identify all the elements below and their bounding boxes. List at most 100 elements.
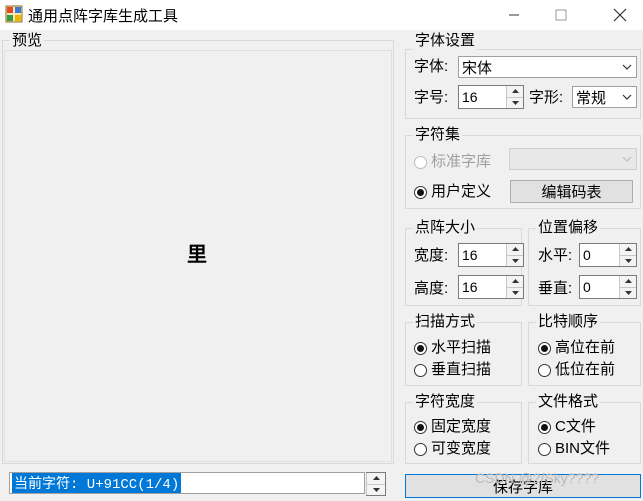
minimize-button[interactable] <box>494 0 534 30</box>
vertical-offset-value[interactable]: 0 <box>580 276 619 298</box>
char-prev-button[interactable] <box>367 473 385 485</box>
arrow-up-icon <box>511 89 519 94</box>
horizontal-offset-label: 水平: <box>538 247 573 264</box>
horizontal-scan-label: 水平扫描 <box>431 339 492 356</box>
title-bar: 通用点阵字库生成工具 <box>0 0 643 30</box>
arrow-up-icon <box>511 247 519 252</box>
size-down-button[interactable] <box>507 97 523 108</box>
custom-charset-label: 用户定义 <box>431 183 492 200</box>
radio-selected-icon <box>538 341 551 355</box>
radio-selected-icon <box>414 341 427 355</box>
vertical-offset-up-button[interactable] <box>620 276 636 288</box>
lsb-first-radio[interactable]: 低位在前 <box>538 361 615 379</box>
font-value: 宋体 <box>462 59 493 77</box>
size-up-button[interactable] <box>507 86 523 98</box>
height-up-button[interactable] <box>507 276 523 288</box>
style-value: 常规 <box>576 89 607 107</box>
edit-codetable-button[interactable]: 编辑码表 <box>510 180 633 203</box>
size-stepper[interactable]: 16 <box>458 85 524 109</box>
size-label: 字号: <box>414 89 449 106</box>
c-file-radio[interactable]: C文件 <box>538 418 596 436</box>
font-select[interactable]: 宋体 <box>458 56 637 78</box>
arrow-up-icon <box>511 279 519 284</box>
char-index-stepper[interactable] <box>366 472 386 496</box>
charset-legend: 字符集 <box>413 126 463 144</box>
lsb-first-label: 低位在前 <box>555 361 616 378</box>
char-width-legend: 字符宽度 <box>413 393 478 411</box>
arrow-up-icon <box>372 476 380 481</box>
bin-file-radio[interactable]: BIN文件 <box>538 440 610 458</box>
vertical-offset-down-button[interactable] <box>620 287 636 298</box>
arrow-down-icon <box>372 487 380 492</box>
radio-icon <box>414 363 427 377</box>
current-char-text: 当前字符: U+91CC(1/4) <box>12 473 182 493</box>
arrow-down-icon <box>511 290 519 295</box>
fixed-width-radio[interactable]: 固定宽度 <box>414 418 491 436</box>
variable-width-label: 可变宽度 <box>431 440 492 457</box>
height-stepper[interactable]: 16 <box>458 275 524 299</box>
radio-selected-icon <box>538 420 551 434</box>
close-button[interactable] <box>600 0 640 30</box>
height-label: 高度: <box>414 280 449 297</box>
maximize-icon <box>555 9 567 21</box>
matrix-size-legend: 点阵大小 <box>413 219 478 237</box>
preview-legend: 预览 <box>10 32 45 50</box>
msb-first-radio[interactable]: 高位在前 <box>538 339 615 357</box>
minimize-icon <box>509 14 519 16</box>
radio-selected-icon <box>414 420 427 434</box>
c-file-label: C文件 <box>555 418 596 435</box>
file-format-legend: 文件格式 <box>536 393 601 411</box>
height-down-button[interactable] <box>507 287 523 298</box>
arrow-down-icon <box>624 258 632 263</box>
bin-file-label: BIN文件 <box>555 440 611 457</box>
horizontal-scan-radio[interactable]: 水平扫描 <box>414 339 491 357</box>
arrow-up-icon <box>624 279 632 284</box>
size-value[interactable]: 16 <box>459 86 506 108</box>
font-settings-legend: 字体设置 <box>413 32 478 50</box>
font-label: 字体: <box>414 58 449 75</box>
width-down-button[interactable] <box>507 255 523 266</box>
chevron-down-icon <box>622 156 632 162</box>
style-select[interactable]: 常规 <box>572 86 637 108</box>
close-icon <box>613 8 627 22</box>
fixed-width-label: 固定宽度 <box>431 418 492 435</box>
app-icon <box>5 5 23 23</box>
width-label: 宽度: <box>414 247 449 264</box>
width-up-button[interactable] <box>507 244 523 256</box>
bit-order-legend: 比特顺序 <box>536 313 601 331</box>
current-char-field[interactable]: 当前字符: U+91CC(1/4) <box>9 472 365 494</box>
vertical-offset-label: 垂直: <box>538 280 573 297</box>
width-value[interactable]: 16 <box>459 244 506 266</box>
width-stepper[interactable]: 16 <box>458 243 524 267</box>
watermark-text: CSDN @2/Sky???? <box>475 470 599 486</box>
variable-width-radio[interactable]: 可变宽度 <box>414 440 491 458</box>
arrow-down-icon <box>511 100 519 105</box>
vertical-scan-radio[interactable]: 垂直扫描 <box>414 361 491 379</box>
horizontal-offset-up-button[interactable] <box>620 244 636 256</box>
char-next-button[interactable] <box>367 484 385 495</box>
style-label: 字形: <box>529 89 564 106</box>
standard-charset-select[interactable] <box>509 148 637 170</box>
arrow-down-icon <box>624 290 632 295</box>
radio-icon <box>414 155 427 169</box>
horizontal-offset-down-button[interactable] <box>620 255 636 266</box>
standard-charset-radio[interactable]: 标准字库 <box>414 153 491 171</box>
horizontal-offset-value[interactable]: 0 <box>580 244 619 266</box>
vertical-offset-stepper[interactable]: 0 <box>579 275 637 299</box>
radio-icon <box>538 442 551 456</box>
radio-icon <box>538 363 551 377</box>
chevron-down-icon <box>622 64 632 70</box>
custom-charset-radio[interactable]: 用户定义 <box>414 183 491 201</box>
horizontal-offset-stepper[interactable]: 0 <box>579 243 637 267</box>
window-title: 通用点阵字库生成工具 <box>28 8 179 25</box>
radio-selected-icon <box>414 185 427 199</box>
arrow-up-icon <box>624 247 632 252</box>
msb-first-label: 高位在前 <box>555 339 616 356</box>
chevron-down-icon <box>622 94 632 100</box>
preview-glyph: 里 <box>187 242 207 266</box>
arrow-down-icon <box>511 258 519 263</box>
standard-charset-label: 标准字库 <box>431 153 492 170</box>
maximize-button[interactable] <box>541 0 581 30</box>
vertical-scan-label: 垂直扫描 <box>431 361 492 378</box>
height-value[interactable]: 16 <box>459 276 506 298</box>
